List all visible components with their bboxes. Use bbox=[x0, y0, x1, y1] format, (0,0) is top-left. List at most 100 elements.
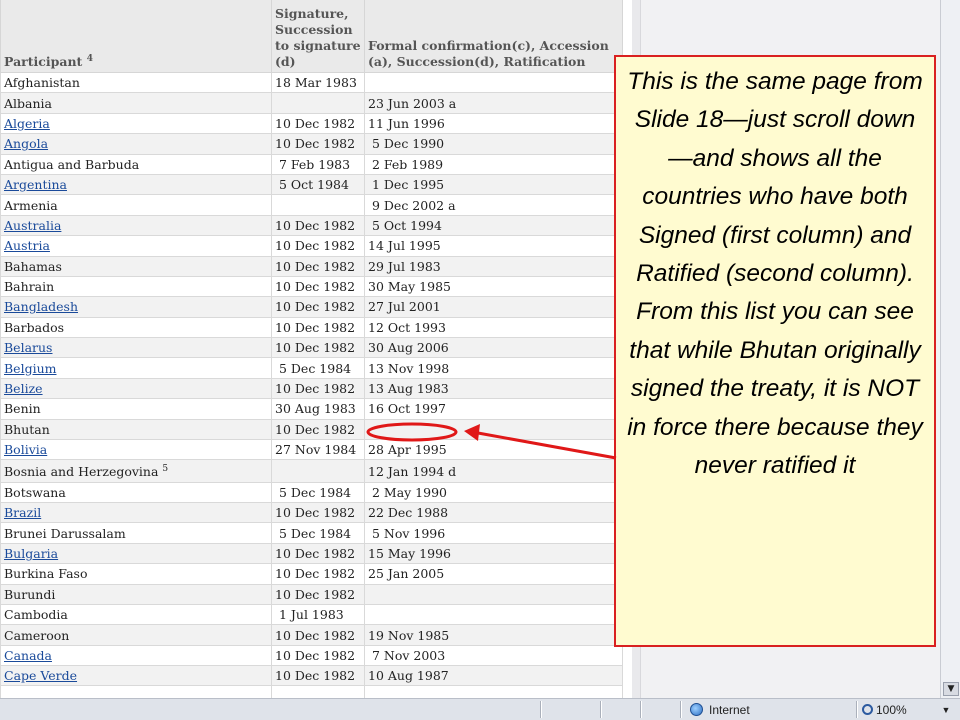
ratification-cell: 1 Dec 1995 bbox=[364, 173, 623, 196]
signature-cell: 10 Dec 1982 bbox=[271, 316, 365, 339]
participant-link[interactable]: Australia bbox=[4, 218, 61, 233]
participant-cell: Brunei Darussalam bbox=[0, 522, 272, 544]
participant-link[interactable]: Belize bbox=[4, 381, 43, 396]
signature-column-header: Signature, Succession to signature (d) bbox=[271, 0, 365, 73]
table-row: Bhutan 10 Dec 1982 bbox=[0, 418, 623, 441]
ratification-cell: 9 Dec 2002 a bbox=[364, 194, 623, 216]
participant-link[interactable]: Argentina bbox=[4, 177, 67, 192]
participant-cell[interactable]: Belarus bbox=[0, 337, 272, 359]
participant-cell[interactable]: Belize bbox=[0, 377, 272, 400]
participant-cell: Burkina Faso bbox=[0, 563, 272, 585]
participant-link[interactable]: Belarus bbox=[4, 340, 52, 355]
participant-cell[interactable]: Austria bbox=[0, 235, 272, 257]
zoom-level[interactable]: 100% bbox=[862, 702, 907, 718]
ratification-cell: 16 Oct 1997 bbox=[364, 398, 623, 420]
signature-cell: 10 Dec 1982 bbox=[271, 624, 365, 646]
participant-name: Bosnia and Herzegovina bbox=[4, 464, 159, 480]
table-row: Barbados 10 Dec 1982 12 Oct 1993 bbox=[0, 316, 623, 339]
status-divider bbox=[540, 701, 542, 718]
participant-cell: Antigua and Barbuda bbox=[0, 153, 272, 175]
participant-cell[interactable]: Belgium bbox=[0, 357, 272, 379]
ratification-cell: 22 Dec 1988 bbox=[364, 501, 623, 524]
table-row: Brunei Darussalam 5 Dec 1984 5 Nov 1996 bbox=[0, 522, 623, 544]
ratification-cell: 14 Jul 1995 bbox=[364, 235, 623, 257]
signature-cell: 10 Dec 1982 bbox=[271, 644, 365, 667]
participant-cell[interactable]: Bolivia bbox=[0, 439, 272, 461]
security-zone[interactable]: Internet bbox=[690, 702, 750, 718]
footnote-ref[interactable]: 4 bbox=[87, 54, 93, 64]
signature-cell bbox=[271, 459, 365, 483]
table-row: Belarus 10 Dec 1982 30 Aug 2006 bbox=[0, 337, 623, 359]
participant-cell: Burundi bbox=[0, 583, 272, 605]
status-divider bbox=[856, 701, 858, 718]
table-row: Bosnia and Herzegovina 5 12 Jan 1994 d bbox=[0, 459, 623, 483]
zoom-dropdown-icon[interactable]: ▼ bbox=[938, 702, 954, 718]
ratification-cell: 5 Dec 1990 bbox=[364, 133, 623, 155]
ratification-cell: 13 Nov 1998 bbox=[364, 357, 623, 379]
ratification-cell: 13 Aug 1983 bbox=[364, 377, 623, 400]
participant-cell: Cameroon bbox=[0, 624, 272, 646]
signature-cell: 10 Dec 1982 bbox=[271, 418, 365, 441]
treaty-participants-table: Participant 4 Signature, Succession to s… bbox=[0, 0, 623, 698]
participant-name: Brunei Darussalam bbox=[4, 525, 126, 541]
participant-cell[interactable]: Argentina bbox=[0, 173, 272, 196]
table-row bbox=[0, 685, 623, 698]
scroll-down-button[interactable]: ▼ bbox=[943, 682, 959, 696]
vertical-scrollbar[interactable]: ▼ bbox=[940, 0, 960, 698]
table-row: Canada 10 Dec 1982 7 Nov 2003 bbox=[0, 644, 623, 667]
participant-cell[interactable]: Bulgaria bbox=[0, 542, 272, 565]
magnifier-icon bbox=[862, 704, 873, 715]
participant-cell[interactable]: Angola bbox=[0, 133, 272, 155]
participant-link[interactable]: Algeria bbox=[4, 116, 50, 131]
table-row: Burundi 10 Dec 1982 bbox=[0, 583, 623, 605]
signature-cell: 10 Dec 1982 bbox=[271, 501, 365, 524]
participant-name: Bhutan bbox=[4, 421, 50, 437]
participant-link[interactable]: Canada bbox=[4, 648, 52, 663]
signature-cell: 10 Dec 1982 bbox=[271, 337, 365, 359]
participant-cell: Armenia bbox=[0, 194, 272, 216]
participant-link[interactable]: Bulgaria bbox=[4, 546, 58, 561]
participant-cell[interactable]: Brazil bbox=[0, 501, 272, 524]
ratification-cell: 27 Jul 2001 bbox=[364, 296, 623, 318]
participant-cell: Bosnia and Herzegovina 5 bbox=[0, 459, 272, 483]
signature-cell: 5 Dec 1984 bbox=[271, 357, 365, 379]
status-divider bbox=[680, 701, 682, 718]
participant-cell[interactable]: Canada bbox=[0, 644, 272, 667]
confirmation-column-header: Formal confirmation(c), Accession (a), S… bbox=[364, 0, 623, 73]
ratification-cell bbox=[364, 418, 623, 441]
participant-link[interactable]: Austria bbox=[4, 238, 50, 253]
ratification-cell bbox=[364, 583, 623, 605]
table-row: Belize 10 Dec 1982 13 Aug 1983 bbox=[0, 377, 623, 400]
table-row: Antigua and Barbuda 7 Feb 1983 2 Feb 198… bbox=[0, 153, 623, 175]
participant-cell[interactable]: Algeria bbox=[0, 112, 272, 135]
participant-column-header[interactable]: Participant 4 bbox=[0, 0, 272, 73]
signature-cell bbox=[271, 92, 365, 114]
signature-cell: 10 Dec 1982 bbox=[271, 296, 365, 318]
participant-link[interactable]: Brazil bbox=[4, 505, 41, 520]
signature-cell: 10 Dec 1982 bbox=[271, 377, 365, 400]
participant-link[interactable]: Cape Verde bbox=[4, 668, 77, 683]
signature-cell: 27 Nov 1984 bbox=[271, 439, 365, 461]
participant-link[interactable]: Belgium bbox=[4, 361, 56, 376]
participant-cell: Bhutan bbox=[0, 418, 272, 441]
participant-link[interactable]: Angola bbox=[4, 136, 48, 151]
participant-cell[interactable]: Australia bbox=[0, 214, 272, 237]
participant-link[interactable]: Bolivia bbox=[4, 442, 47, 457]
ratification-cell: 15 May 1996 bbox=[364, 542, 623, 565]
browser-viewport: Participant 4 Signature, Succession to s… bbox=[0, 0, 632, 698]
participant-link[interactable]: Bangladesh bbox=[4, 299, 78, 314]
participant-cell[interactable]: Cape Verde bbox=[0, 665, 272, 687]
participant-cell: Botswana bbox=[0, 481, 272, 503]
table-row: Algeria 10 Dec 1982 11 Jun 1996 bbox=[0, 112, 623, 135]
footnote-ref[interactable]: 5 bbox=[162, 464, 168, 474]
participant-cell[interactable]: Bangladesh bbox=[0, 296, 272, 318]
ratification-cell: 5 Nov 1996 bbox=[364, 522, 623, 544]
participant-name: Benin bbox=[4, 401, 41, 417]
signature-cell: 10 Dec 1982 bbox=[271, 665, 365, 687]
ratification-cell: 7 Nov 2003 bbox=[364, 644, 623, 667]
table-row: Belgium 5 Dec 1984 13 Nov 1998 bbox=[0, 357, 623, 379]
zone-label: Internet bbox=[709, 703, 750, 717]
table-row: Austria 10 Dec 1982 14 Jul 1995 bbox=[0, 235, 623, 257]
ratification-cell: 25 Jan 2005 bbox=[364, 563, 623, 585]
participant-cell: Bahrain bbox=[0, 275, 272, 298]
